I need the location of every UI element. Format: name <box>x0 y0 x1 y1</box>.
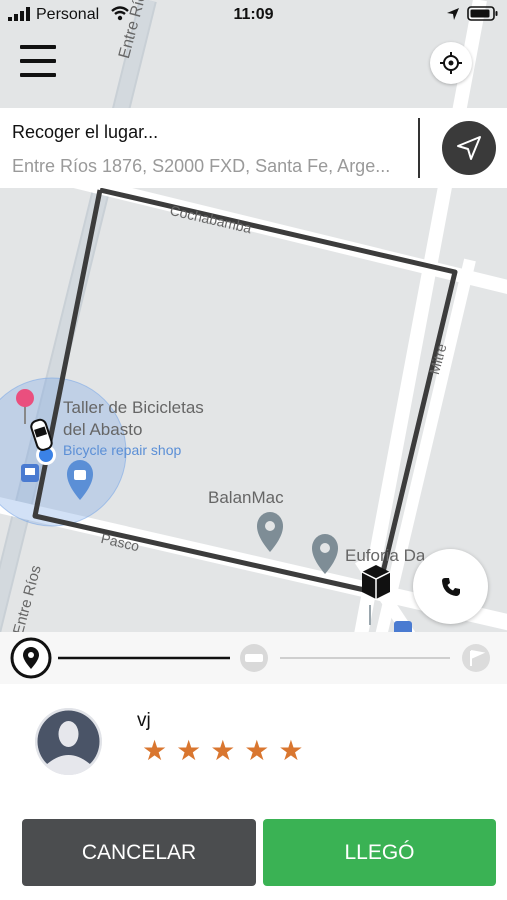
pickup-panel[interactable]: Recoger el lugar... Entre Ríos 1876, S20… <box>0 108 507 188</box>
trip-progress-track <box>10 637 490 679</box>
pickup-title: Recoger el lugar... <box>12 122 159 142</box>
recenter-button[interactable] <box>430 42 472 84</box>
car-stop-icon <box>240 644 268 672</box>
destination-box-icon <box>361 565 391 599</box>
menu-icon <box>20 45 56 49</box>
pickup-address[interactable]: Entre Ríos 1876, S2000 FXD, Santa Fe, Ar… <box>12 156 398 177</box>
start-pin-icon <box>10 637 52 679</box>
place-name-balanmac: BalanMac <box>208 488 284 507</box>
pickup-divider <box>418 118 420 178</box>
place-category-taller: Bicycle repair shop <box>63 442 182 458</box>
battery-icon <box>467 6 498 21</box>
cancel-button[interactable]: CANCELAR <box>22 819 256 886</box>
place-name-euforia: Euforia Da <box>345 546 426 565</box>
place-name-taller: Taller de Bicicletas <box>63 398 204 417</box>
location-arrow-icon <box>447 8 459 20</box>
navigation-arrow-icon <box>457 136 481 160</box>
navigate-button[interactable] <box>442 121 496 175</box>
menu-button[interactable] <box>20 44 56 78</box>
map-view[interactable]: Entre Ríos Entre Ríos Cochabamba Mitre P… <box>0 0 507 632</box>
driver-rating-stars: ★★★★★ <box>142 735 313 766</box>
call-button[interactable] <box>413 549 488 624</box>
driver-panel: vj ★★★★★ CANCELAR LLEGÓ <box>0 684 507 900</box>
place-name-taller-2: del Abasto <box>63 420 143 439</box>
finish-flag-icon <box>462 644 490 672</box>
clock: 11:09 <box>233 6 274 23</box>
avatar <box>35 708 102 775</box>
trip-progress <box>0 632 507 684</box>
bus-stop-icon <box>21 464 39 482</box>
user-silhouette-icon <box>35 708 102 775</box>
bus-stop-icon-2 <box>394 621 412 632</box>
arrived-button[interactable]: LLEGÓ <box>263 819 496 886</box>
driver-name: vj <box>137 710 151 731</box>
euforia-pin-icon <box>312 534 338 574</box>
route-line <box>32 187 458 596</box>
phone-icon <box>442 578 460 596</box>
balanmac-pin-icon <box>257 512 283 552</box>
crosshair-icon <box>440 52 462 74</box>
map-canvas <box>0 0 507 632</box>
status-bar: Personal 11:09 <box>0 0 507 30</box>
